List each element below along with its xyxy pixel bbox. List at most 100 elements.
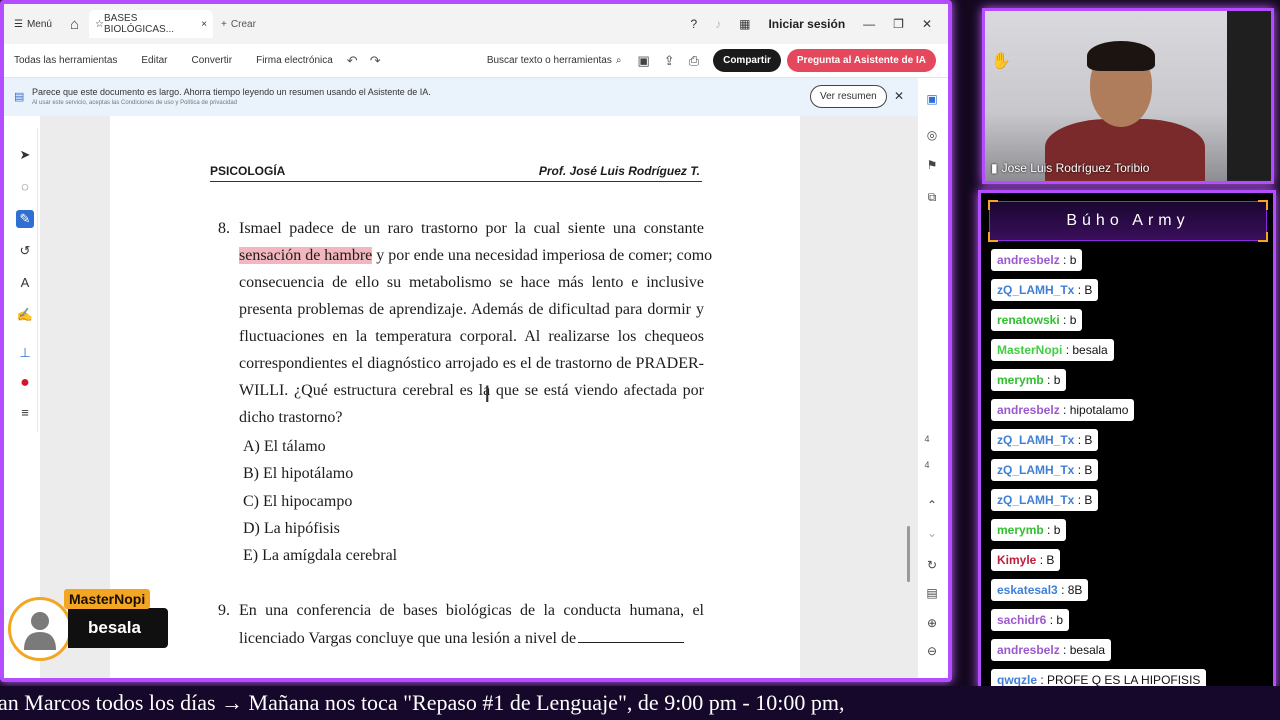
- edit-link[interactable]: Editar: [141, 55, 167, 66]
- chat-text: : b: [1047, 373, 1061, 387]
- pin-icon[interactable]: ⊥: [16, 344, 34, 362]
- webcam-overlay: ✋ ▮ Jose Luis Rodríguez Toribio: [982, 8, 1274, 184]
- home-icon[interactable]: ⌂: [70, 16, 79, 33]
- chevron-down-icon[interactable]: ⌄: [924, 526, 940, 540]
- close-banner-icon[interactable]: ✕: [894, 89, 904, 103]
- header-rule: [210, 181, 702, 182]
- comments-icon[interactable]: ◎: [924, 128, 940, 142]
- search-tools-button[interactable]: Buscar texto o herramientas ⌕: [487, 55, 622, 66]
- text-box-icon[interactable]: A: [16, 274, 34, 292]
- question-text-line: En una conferencia de bases biológicas d…: [239, 602, 704, 619]
- share-button[interactable]: Compartir: [713, 49, 781, 72]
- undo-icon[interactable]: ↶: [347, 53, 358, 69]
- color-dot-icon[interactable]: ●: [16, 374, 34, 392]
- cursor-icon[interactable]: ➤: [16, 146, 34, 164]
- save-icon[interactable]: ▣: [637, 53, 649, 69]
- question-text-line: Ismael padece de un raro trastorno por l…: [239, 220, 704, 237]
- user-silhouette-icon: [24, 612, 56, 650]
- sign-icon[interactable]: ✍: [16, 306, 34, 324]
- restore-icon[interactable]: ❐: [893, 17, 904, 31]
- chat-username[interactable]: zQ_LAMH_Tx: [997, 283, 1074, 297]
- question-text-fragment: licenciado Vargas concluye que una lesió…: [239, 630, 577, 647]
- upload-icon[interactable]: ⇪: [664, 53, 675, 69]
- chat-username[interactable]: zQ_LAMH_Tx: [997, 433, 1074, 447]
- chat-username[interactable]: sachidr6: [997, 613, 1046, 627]
- star-icon[interactable]: ☆: [95, 19, 104, 30]
- tab-document[interactable]: ☆ BASES BIOLÓGICAS... ×: [89, 10, 214, 38]
- signal-bars-icon: ▮: [991, 161, 998, 175]
- chat-username[interactable]: eskatesal3: [997, 583, 1058, 597]
- chat-message: andresbelz : b: [991, 249, 1083, 271]
- lasso-icon[interactable]: ↺: [16, 242, 34, 260]
- chat-message: zQ_LAMH_Tx : B: [991, 279, 1099, 301]
- answer-option: E) La amígdala cerebral: [243, 547, 398, 564]
- webcam-shelf: [1227, 11, 1271, 181]
- scrollbar[interactable]: [907, 526, 910, 582]
- new-tab-button[interactable]: + Crear: [221, 19, 256, 30]
- chat-text: : B: [1077, 433, 1093, 447]
- refresh-icon[interactable]: ↻: [924, 558, 940, 572]
- zoom-out-icon[interactable]: ⊖: [924, 644, 940, 658]
- page-header-author: Prof. José Luis Rodríguez T.: [538, 164, 700, 178]
- pdf-viewer-window: ☰ Menú ⌂ ☆ BASES BIOLÓGICAS... × + Crear…: [0, 0, 952, 682]
- comment-icon[interactable]: ◌: [16, 178, 34, 196]
- chat-message: sachidr6 : b: [991, 609, 1070, 631]
- help-icon[interactable]: ?: [690, 17, 697, 31]
- more-tools-icon[interactable]: ≡: [16, 404, 34, 422]
- search-tools-label: Buscar texto o herramientas: [486, 55, 612, 66]
- question-text-line: correspondientes el diagnóstico arrojado…: [239, 355, 704, 372]
- chat-username[interactable]: zQ_LAMH_Tx: [997, 493, 1074, 507]
- pages-icon[interactable]: ⧉: [924, 190, 940, 205]
- chat-message: Kimyle : B: [991, 549, 1061, 571]
- redo-icon[interactable]: ↷: [370, 53, 381, 69]
- chat-text: : 8B: [1061, 583, 1083, 597]
- close-window-icon[interactable]: ✕: [922, 17, 932, 31]
- chevron-up-icon[interactable]: ⌃: [924, 498, 940, 512]
- zoom-in-icon[interactable]: ⊕: [924, 616, 940, 630]
- menu-button[interactable]: ☰ Menú: [14, 19, 52, 30]
- left-tools-rail: ➤ ◌ ✎ ↺ A ✍ ⊥ ● ≡: [10, 128, 38, 432]
- close-tab-icon[interactable]: ×: [201, 19, 207, 30]
- alert-username: MasterNopi: [64, 589, 151, 609]
- chat-username[interactable]: andresbelz: [997, 403, 1060, 417]
- alert-message: besala: [68, 608, 168, 648]
- banner-terms[interactable]: Al usar este servicio, aceptas las Condi…: [32, 100, 237, 106]
- banner-message: Parece que este documento es largo. Ahor…: [32, 87, 431, 97]
- chat-message: zQ_LAMH_Tx : B: [991, 489, 1099, 511]
- chat-text: : b: [1063, 313, 1077, 327]
- chat-username[interactable]: Kimyle: [997, 553, 1036, 567]
- signin-button[interactable]: Iniciar sesión: [768, 17, 845, 31]
- pen-icon[interactable]: ✎: [16, 210, 34, 228]
- view-summary-button[interactable]: Ver resumen: [810, 85, 887, 108]
- apps-grid-icon[interactable]: ▦: [739, 17, 750, 31]
- chat-username[interactable]: renatowski: [997, 313, 1060, 327]
- document-area[interactable]: PSICOLOGÍA Prof. José Luis Rodríguez T. …: [40, 116, 918, 678]
- convert-link[interactable]: Convertir: [192, 55, 233, 66]
- chat-username[interactable]: qwqzle: [997, 673, 1037, 687]
- chat-text: : B: [1077, 493, 1093, 507]
- question-text-fragment: y por ende una necesidad imperiosa de co…: [372, 247, 713, 264]
- alert-avatar: [8, 597, 72, 661]
- chat-username[interactable]: andresbelz: [997, 253, 1060, 267]
- new-tab-label: Crear: [230, 18, 256, 30]
- minimize-icon[interactable]: —: [863, 17, 875, 31]
- page-fit-icon[interactable]: ▤: [924, 586, 940, 600]
- ai-assistant-button[interactable]: Pregunta al Asistente de IA: [786, 49, 936, 72]
- print-icon[interactable]: ⎙: [689, 53, 699, 69]
- question-text-line: sensación de hambre y por ende una neces…: [239, 247, 712, 265]
- chat-text: : b: [1049, 613, 1064, 627]
- bookmark-icon[interactable]: ⚑: [924, 158, 940, 172]
- chat-text: : B: [1039, 553, 1055, 567]
- bell-icon[interactable]: ♪: [715, 17, 721, 31]
- ai-panel-icon[interactable]: ▣: [924, 92, 940, 106]
- highlighted-text[interactable]: sensación de hambre: [239, 247, 373, 264]
- chat-username[interactable]: MasterNopi: [997, 343, 1062, 357]
- all-tools-link[interactable]: Todas las herramientas: [14, 55, 117, 66]
- esign-link[interactable]: Firma electrónica: [256, 55, 333, 66]
- question-text-line: WILLI. ¿Qué estructura cerebral es la qu…: [239, 382, 704, 399]
- chat-username[interactable]: merymb: [997, 523, 1044, 537]
- chat-username[interactable]: andresbelz: [997, 643, 1060, 657]
- right-tools-rail: ▣ ◎ ⚑ ⧉ ⌃ ⌄ ↻ ▤ ⊕ ⊖: [918, 84, 946, 674]
- chat-username[interactable]: zQ_LAMH_Tx: [997, 463, 1074, 477]
- chat-username[interactable]: merymb: [997, 373, 1044, 387]
